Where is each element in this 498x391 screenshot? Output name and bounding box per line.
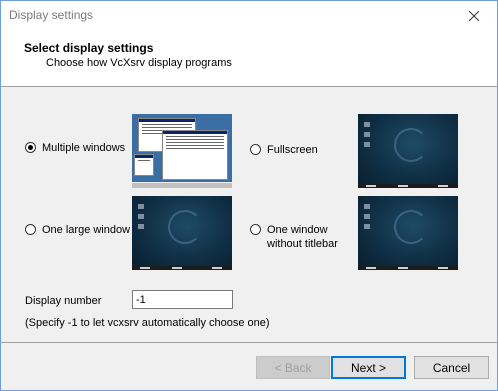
display-number-input[interactable] [132, 290, 233, 309]
cancel-button[interactable]: Cancel [414, 356, 489, 379]
display-number-hint: (Specify -1 to let vcxsrv automatically … [25, 317, 270, 329]
preview-one-window-without-titlebar [358, 196, 458, 270]
close-button[interactable] [451, 1, 497, 31]
footer-divider [1, 342, 497, 343]
page-subtitle: Choose how VcXsrv display programs [46, 57, 232, 69]
radio-label-line1: One window [267, 224, 328, 236]
radio-fullscreen[interactable]: Fullscreen [250, 143, 318, 157]
preview-window [134, 154, 154, 176]
title-bar: Display settings [1, 1, 497, 31]
close-icon [469, 11, 479, 21]
preview-one-large-window [132, 196, 232, 270]
radio-button[interactable] [250, 144, 261, 155]
radio-label: One large window [42, 224, 131, 236]
page-title: Select display settings [24, 41, 154, 55]
window-title: Display settings [9, 8, 94, 22]
next-button[interactable]: Next > [331, 356, 406, 379]
radio-one-large-window[interactable]: One large window [25, 223, 130, 237]
display-number-label: Display number [25, 295, 102, 307]
back-button[interactable]: < Back [256, 356, 330, 379]
radio-label: Fullscreen [267, 144, 318, 156]
radio-label-line2: without titlebar [267, 238, 338, 250]
radio-button[interactable] [250, 224, 261, 235]
wizard-header: Select display settings Choose how VcXsr… [1, 31, 497, 87]
preview-taskbar [132, 182, 232, 188]
preview-window [162, 130, 228, 180]
preview-multiple-windows [132, 114, 232, 188]
radio-multiple-windows[interactable]: Multiple windows [25, 141, 125, 155]
radio-one-window-without-titlebar[interactable]: One window without titlebar [250, 223, 338, 251]
radio-button[interactable] [25, 142, 36, 153]
radio-label: Multiple windows [42, 142, 126, 154]
dialog-window: Display settings Select display settings… [0, 0, 498, 391]
preview-fullscreen [358, 114, 458, 188]
radio-button[interactable] [25, 224, 36, 235]
radio-label: One window without titlebar [267, 223, 338, 251]
